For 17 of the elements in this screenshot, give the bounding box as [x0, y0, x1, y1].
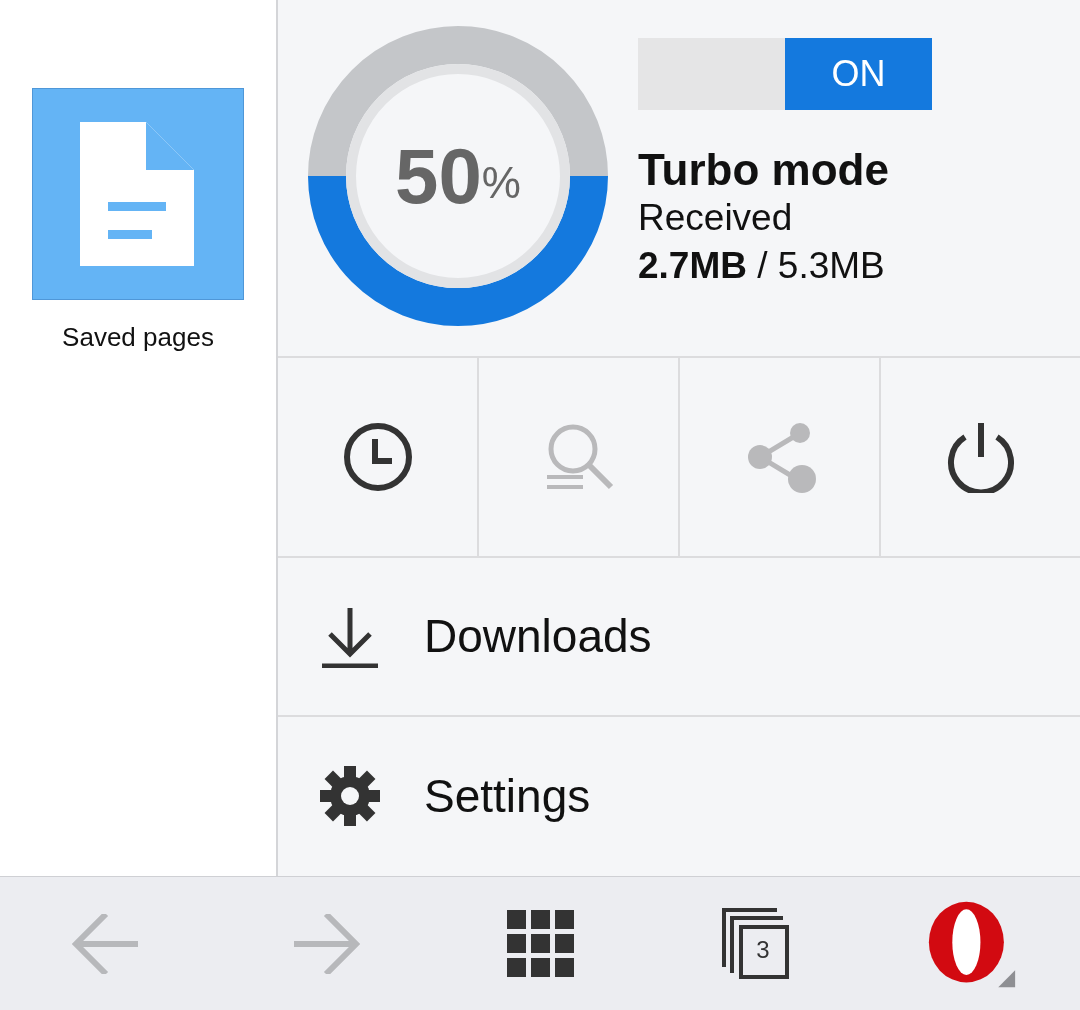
saved-pages-tile[interactable]: [32, 88, 244, 300]
turbo-title: Turbo mode: [638, 146, 890, 195]
tabs-button[interactable]: 3: [711, 898, 801, 989]
tabs-icon: [721, 906, 791, 981]
settings-icon: [320, 765, 380, 828]
settings-menu-item[interactable]: Settings: [278, 717, 1080, 876]
document-icon: [80, 122, 196, 266]
gauge-value: 50: [395, 130, 482, 222]
received-label: Received: [638, 196, 794, 241]
data-amount: 2.7MB / 5.3MB: [638, 244, 886, 289]
tile-label: Saved pages: [62, 321, 214, 354]
percent-sign: %: [481, 157, 521, 209]
toggle-label: ON: [831, 52, 886, 96]
downloads-menu-item[interactable]: Downloads: [278, 558, 1080, 717]
grid-icon: [506, 910, 574, 977]
download-icon: [320, 605, 380, 668]
tab-count: 3: [755, 934, 771, 965]
